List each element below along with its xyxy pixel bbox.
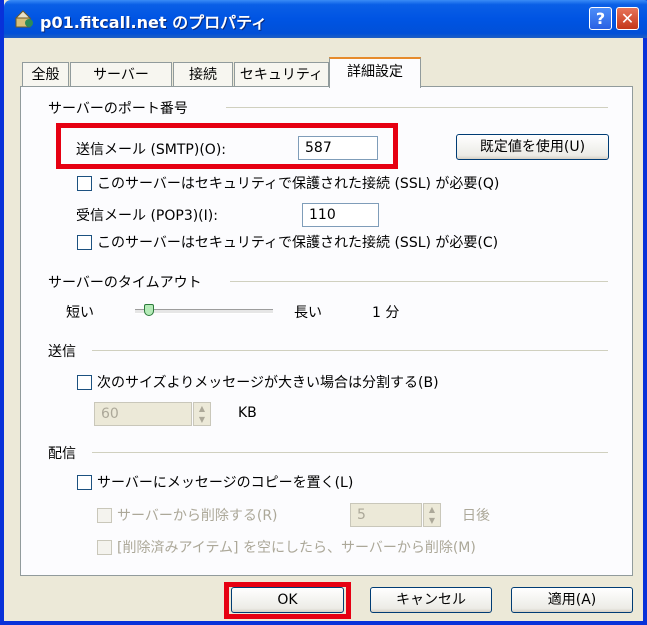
use-default-button[interactable]: 既定値を使用(U) bbox=[456, 134, 609, 160]
tab-label: セキュリティ bbox=[239, 67, 324, 83]
remove-days-spinner[interactable]: ▲ ▼ bbox=[423, 503, 441, 527]
tab-label: 詳細設定 bbox=[347, 64, 403, 80]
leave-copy-label[interactable]: サーバーにメッセージのコピーを置く(L) bbox=[97, 472, 353, 492]
days-unit-label: 日後 bbox=[462, 508, 490, 524]
tab-server[interactable]: サーバー bbox=[70, 62, 172, 87]
tab-connection[interactable]: 接続 bbox=[173, 62, 233, 87]
close-button[interactable]: ✕ bbox=[616, 7, 639, 30]
tab-label: 全般 bbox=[31, 67, 60, 83]
timeout-slider-track[interactable] bbox=[135, 309, 273, 314]
tab-security[interactable]: セキュリティ bbox=[234, 62, 329, 87]
title-bar[interactable]: p01.fitcall.net のプロパティ ? ✕ bbox=[4, 0, 647, 38]
spin-up-icon: ▲ bbox=[428, 505, 436, 514]
divider bbox=[230, 281, 608, 282]
split-size-spinner[interactable]: ▲ ▼ bbox=[193, 402, 211, 426]
smtp-ssl-label[interactable]: このサーバーはセキュリティで保護された接続 (SSL) が必要(Q) bbox=[97, 173, 499, 193]
divider bbox=[226, 107, 608, 108]
divider bbox=[92, 452, 608, 453]
timeout-long-label: 長い bbox=[294, 305, 322, 321]
leave-copy-checkbox[interactable] bbox=[77, 475, 92, 490]
remove-after-checkbox[interactable] bbox=[97, 508, 112, 523]
remove-when-deleted-label[interactable]: [削除済みアイテム] を空にしたら、サーバーから削除(M) bbox=[117, 537, 476, 557]
remove-days-input[interactable]: 5 bbox=[350, 503, 422, 527]
section-server-timeout: サーバーのタイムアウト bbox=[48, 275, 202, 291]
divider bbox=[92, 350, 608, 351]
remove-after-label[interactable]: サーバーから削除する(R) bbox=[117, 505, 278, 525]
split-messages-checkbox[interactable] bbox=[77, 375, 92, 390]
tab-label: 接続 bbox=[189, 67, 217, 83]
section-delivery: 配信 bbox=[48, 446, 76, 462]
tab-general[interactable]: 全般 bbox=[22, 62, 69, 87]
help-button[interactable]: ? bbox=[589, 7, 612, 30]
timeout-slider-thumb[interactable] bbox=[143, 304, 154, 316]
pop3-port-label: 受信メール (POP3)(I): bbox=[76, 208, 218, 224]
highlight-ok-button bbox=[224, 582, 351, 619]
cancel-button[interactable]: キャンセル bbox=[370, 587, 492, 613]
properties-dialog: p01.fitcall.net のプロパティ ? ✕ 全般 サーバー 接続 セキ… bbox=[0, 0, 647, 625]
help-icon: ? bbox=[595, 9, 606, 28]
section-sending: 送信 bbox=[48, 344, 76, 360]
timeout-short-label: 短い bbox=[66, 305, 94, 321]
pop3-port-input[interactable]: 110 bbox=[302, 203, 379, 227]
size-unit-label: KB bbox=[238, 405, 257, 421]
spin-down-icon: ▼ bbox=[428, 516, 436, 525]
smtp-ssl-checkbox[interactable] bbox=[77, 176, 92, 191]
spin-up-icon: ▲ bbox=[198, 404, 206, 413]
spin-down-icon: ▼ bbox=[198, 415, 206, 424]
pop3-ssl-checkbox[interactable] bbox=[77, 235, 92, 250]
highlight-smtp-row bbox=[56, 123, 398, 169]
window-title: p01.fitcall.net のプロパティ bbox=[40, 13, 268, 32]
remove-when-deleted-checkbox[interactable] bbox=[97, 540, 112, 555]
section-server-ports: サーバーのポート番号 bbox=[48, 101, 188, 117]
tab-advanced[interactable]: 詳細設定 bbox=[329, 57, 421, 88]
split-messages-label[interactable]: 次のサイズよりメッセージが大きい場合は分割する(B) bbox=[97, 372, 439, 392]
tab-label: サーバー bbox=[93, 67, 149, 83]
close-icon: ✕ bbox=[620, 9, 635, 28]
split-size-input[interactable]: 60 bbox=[94, 402, 192, 426]
timeout-value: 1 分 bbox=[372, 305, 400, 321]
apply-button[interactable]: 適用(A) bbox=[511, 587, 633, 613]
mail-account-icon bbox=[14, 9, 34, 29]
pop3-ssl-label[interactable]: このサーバーはセキュリティで保護された接続 (SSL) が必要(C) bbox=[97, 232, 498, 252]
